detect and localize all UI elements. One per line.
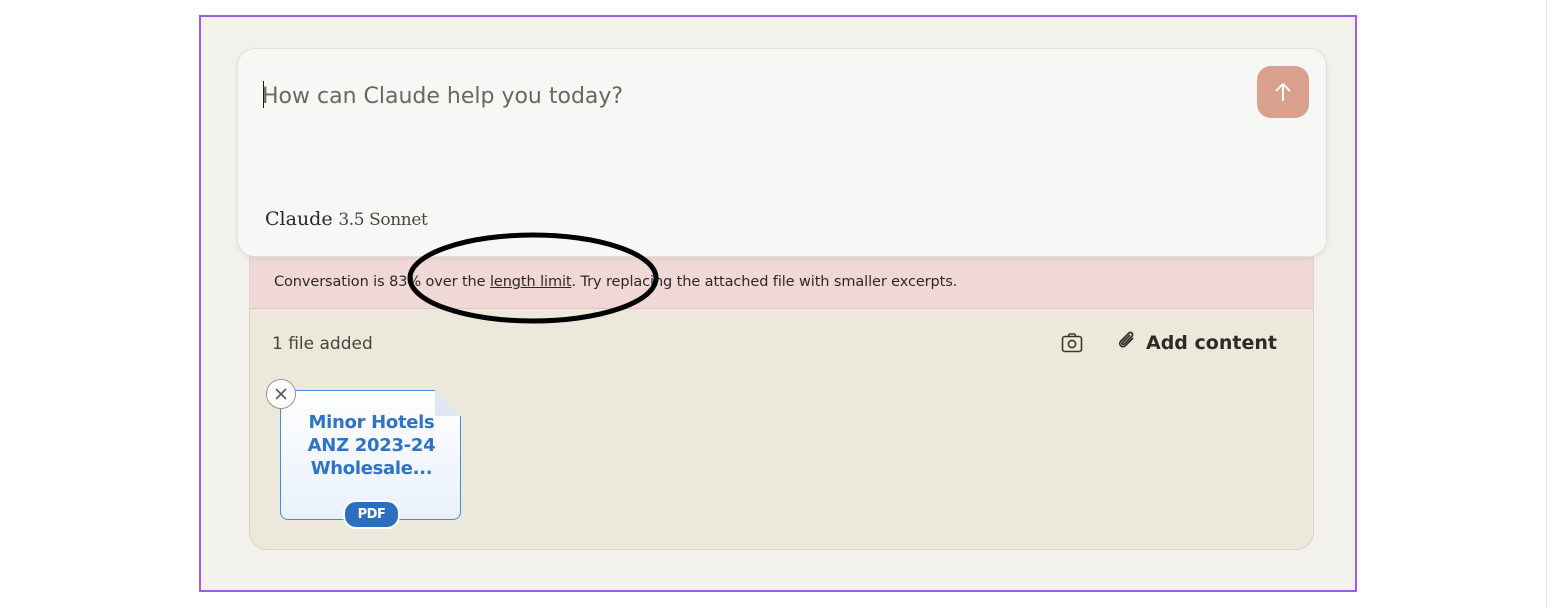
file-type-badge: PDF — [343, 500, 400, 529]
send-button[interactable] — [1257, 66, 1309, 118]
warning-text-after: . Try replacing the attached file with s… — [571, 274, 958, 290]
model-selector[interactable]: Claude 3.5 Sonnet — [265, 208, 428, 230]
file-attachment-card[interactable]: Minor Hotels ANZ 2023-24 Wholesale... PD… — [280, 390, 461, 529]
files-added-count: 1 file added — [272, 334, 373, 354]
composer-frame: Conversation is 83% over the length limi… — [199, 15, 1357, 592]
camera-icon[interactable] — [1060, 331, 1084, 355]
warning-text-before: Conversation is 83% over the — [274, 274, 490, 290]
file-name: Minor Hotels ANZ 2023-24 Wholesale... — [307, 412, 436, 479]
attachments-panel: Conversation is 83% over the length limi… — [249, 213, 1314, 550]
model-version: 3.5 Sonnet — [338, 210, 428, 230]
arrow-up-icon — [1257, 83, 1309, 122]
length-warning-text: Conversation is 83% over the length limi… — [274, 274, 957, 290]
text-caret — [263, 81, 264, 108]
prompt-composer: Claude 3.5 Sonnet — [237, 48, 1327, 257]
prompt-input[interactable] — [262, 79, 1222, 113]
close-icon[interactable] — [266, 379, 296, 409]
model-brand: Claude — [265, 208, 333, 230]
add-content-label: Add content — [1146, 332, 1277, 354]
length-limit-link[interactable]: length limit — [490, 274, 572, 290]
paperclip-icon — [1116, 329, 1138, 358]
page-divider — [1546, 0, 1547, 608]
add-content-button[interactable]: Add content — [1116, 330, 1277, 356]
